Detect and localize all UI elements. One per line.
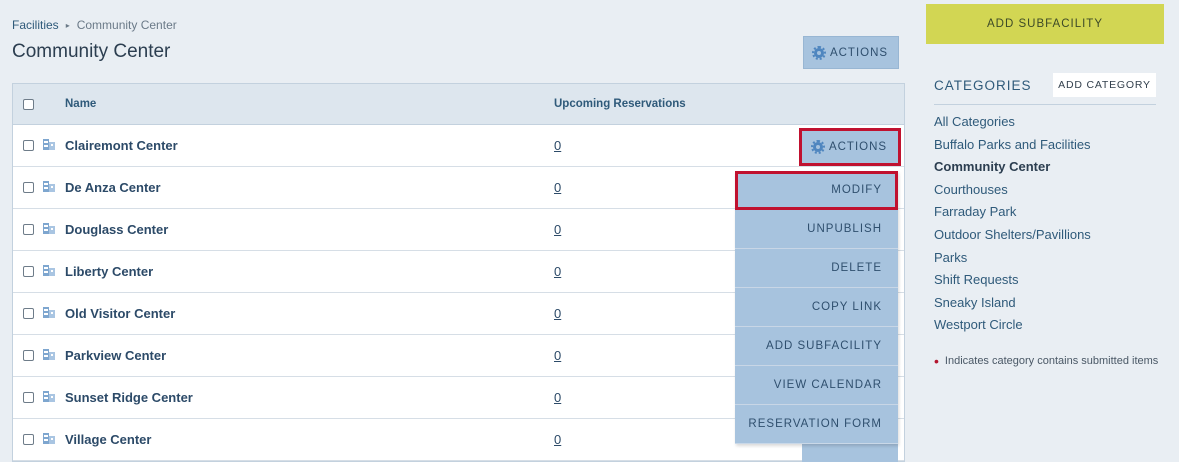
category-item[interactable]: Community Center <box>934 159 1091 182</box>
triangle-right-icon: ▸ <box>65 20 70 30</box>
facility-name-link[interactable]: Douglass Center <box>65 222 168 237</box>
menu-item-delete[interactable]: DELETE <box>735 249 898 288</box>
reservations-count-link[interactable]: 0 <box>554 264 561 279</box>
column-header-name[interactable]: Name <box>65 98 96 110</box>
page-actions-label: ACTIONS <box>829 46 889 59</box>
building-icon <box>43 391 55 402</box>
category-item[interactable]: All Categories <box>934 114 1091 137</box>
row-checkbox[interactable] <box>23 392 34 403</box>
menu-item-copy-link[interactable]: COPY LINK <box>735 288 898 327</box>
category-item[interactable]: Parks <box>934 250 1091 273</box>
actions-dropdown-menu: MODIFY UNPUBLISH DELETE COPY LINK ADD SUBFAC… <box>735 171 898 444</box>
row-checkbox[interactable] <box>23 140 34 151</box>
reservations-count-link[interactable]: 0 <box>554 180 561 195</box>
breadcrumb-facilities-link[interactable]: Facilities <box>12 18 59 32</box>
category-item[interactable]: Farraday Park <box>934 204 1091 227</box>
add-category-button[interactable]: ADD CATEGORY <box>1053 73 1156 97</box>
row-actions-label: ACTIONS <box>828 141 888 153</box>
category-item[interactable]: Westport Circle <box>934 317 1091 340</box>
categories-divider <box>934 104 1156 105</box>
row-checkbox[interactable] <box>23 308 34 319</box>
menu-item-reservation-form[interactable]: RESERVATION FORM <box>735 405 898 444</box>
breadcrumb-current: Community Center <box>76 18 177 32</box>
row-checkbox[interactable] <box>23 434 34 445</box>
red-dot-icon: • <box>934 353 939 369</box>
category-item[interactable]: Shift Requests <box>934 272 1091 295</box>
building-icon <box>43 307 55 318</box>
building-icon <box>43 223 55 234</box>
categories-list: All Categories Buffalo Parks and Faciliti… <box>934 114 1091 340</box>
page-title: Community Center <box>12 41 171 62</box>
facility-name-link[interactable]: Parkview Center <box>65 348 166 363</box>
table-header: Name Upcoming Reservations <box>13 84 904 125</box>
category-item[interactable]: Sneaky Island <box>934 295 1091 318</box>
row-checkbox[interactable] <box>23 224 34 235</box>
menu-item-view-calendar[interactable]: VIEW CALENDAR <box>735 366 898 405</box>
reservations-count-link[interactable]: 0 <box>554 432 561 447</box>
page-actions-button[interactable]: ACTIONS <box>803 36 899 69</box>
building-icon <box>43 265 55 276</box>
menu-item-add-subfacility[interactable]: ADD SUBFACILITY <box>735 327 898 366</box>
building-icon <box>43 433 55 444</box>
menu-item-modify[interactable]: MODIFY <box>735 171 898 210</box>
building-icon <box>43 349 55 360</box>
category-item[interactable]: Courthouses <box>934 182 1091 205</box>
column-header-reservations[interactable]: Upcoming Reservations <box>554 98 686 110</box>
reservations-count-link[interactable]: 0 <box>554 306 561 321</box>
row-checkbox[interactable] <box>23 182 34 193</box>
table-row: Clairemont Center 0 <box>13 125 904 167</box>
row-checkbox[interactable] <box>23 350 34 361</box>
reservations-count-link[interactable]: 0 <box>554 390 561 405</box>
add-subfacility-button[interactable]: ADD SUBFACILITY <box>926 4 1164 44</box>
facility-name-link[interactable]: Old Visitor Center <box>65 306 175 321</box>
facility-name-link[interactable]: Clairemont Center <box>65 138 178 153</box>
category-item[interactable]: Buffalo Parks and Facilities <box>934 137 1091 160</box>
reservations-count-link[interactable]: 0 <box>554 222 561 237</box>
facility-name-link[interactable]: Liberty Center <box>65 264 153 279</box>
menu-item-unpublish[interactable]: UNPUBLISH <box>735 210 898 249</box>
row-actions-button[interactable]: ACTIONS <box>799 128 901 166</box>
facility-name-link[interactable]: Sunset Ridge Center <box>65 390 193 405</box>
reservations-count-link[interactable]: 0 <box>554 138 561 153</box>
category-item[interactable]: Outdoor Shelters/Pavillions <box>934 227 1091 250</box>
categories-title: CATEGORIES <box>934 78 1032 93</box>
facility-name-link[interactable]: Village Center <box>65 432 151 447</box>
gear-icon <box>810 140 825 154</box>
select-all-checkbox[interactable] <box>23 99 34 110</box>
row-checkbox[interactable] <box>23 266 34 277</box>
building-icon <box>43 139 55 150</box>
category-note: • Indicates category contains submitted … <box>934 352 1164 370</box>
reservations-count-link[interactable]: 0 <box>554 348 561 363</box>
category-note-text: Indicates category contains submitted it… <box>944 355 1159 367</box>
building-icon <box>43 181 55 192</box>
gear-icon <box>811 45 826 60</box>
facility-name-link[interactable]: De Anza Center <box>65 180 161 195</box>
breadcrumb: Facilities ▸ Community Center <box>12 18 177 32</box>
